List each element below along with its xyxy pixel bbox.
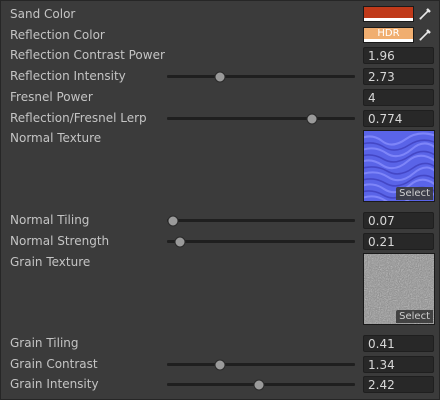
grain-texture-slot[interactable]: Select — [363, 253, 435, 325]
fresnel-power-field[interactable] — [363, 89, 434, 106]
grain-texture-select-button[interactable]: Select — [396, 310, 433, 323]
hdr-badge: HDR — [377, 28, 400, 39]
normal-strength-label: Normal Strength — [10, 234, 110, 248]
reflection-color-alpha-bar — [364, 39, 413, 42]
sand-color-fill — [364, 7, 413, 18]
normal-tiling-field[interactable] — [363, 212, 434, 229]
normal-tiling-slider-thumb[interactable] — [167, 215, 179, 226]
reflection-fresnel-lerp-label: Reflection/Fresnel Lerp — [10, 111, 147, 125]
sand-color-swatch[interactable] — [363, 6, 414, 22]
sand-color-label: Sand Color — [10, 7, 76, 21]
grain-contrast-field[interactable] — [363, 356, 434, 373]
fresnel-power-label: Fresnel Power — [10, 90, 93, 104]
reflection-fresnel-lerp-field[interactable] — [363, 110, 434, 127]
reflection-color-swatch[interactable]: HDR — [363, 27, 414, 43]
reflection-contrast-power-label: Reflection Contrast Power — [10, 48, 165, 62]
reflection-fresnel-lerp-slider-thumb[interactable] — [306, 113, 318, 124]
grain-tiling-field[interactable] — [363, 335, 434, 352]
reflection-contrast-power-field[interactable] — [363, 47, 434, 64]
grain-intensity-label: Grain Intensity — [10, 377, 99, 391]
reflection-color-label: Reflection Color — [10, 28, 105, 42]
normal-tiling-slider[interactable] — [167, 215, 355, 226]
reflection-intensity-field[interactable] — [363, 68, 434, 85]
normal-strength-slider[interactable] — [167, 236, 355, 247]
eyedropper-icon[interactable] — [418, 28, 432, 42]
normal-texture-select-button[interactable]: Select — [396, 187, 433, 200]
normal-tiling-label: Normal Tiling — [10, 213, 90, 227]
grain-contrast-label: Grain Contrast — [10, 357, 98, 371]
normal-texture-slot[interactable]: Select — [363, 130, 435, 202]
grain-intensity-slider-thumb[interactable] — [253, 379, 265, 390]
reflection-intensity-slider[interactable] — [167, 71, 355, 82]
grain-intensity-field[interactable] — [363, 376, 434, 393]
normal-strength-slider-thumb[interactable] — [174, 236, 186, 247]
grain-contrast-slider[interactable] — [167, 359, 355, 370]
reflection-intensity-label: Reflection Intensity — [10, 69, 126, 83]
eyedropper-icon[interactable] — [418, 7, 432, 21]
grain-contrast-slider-thumb[interactable] — [214, 359, 226, 370]
grain-texture-label: Grain Texture — [10, 255, 91, 269]
normal-strength-field[interactable] — [363, 233, 434, 250]
material-inspector-panel: Sand Color Reflection Color HDR Reflecti… — [0, 0, 440, 400]
grain-intensity-slider[interactable] — [167, 379, 355, 390]
reflection-fresnel-lerp-slider[interactable] — [167, 113, 355, 124]
sand-color-alpha-bar — [364, 18, 413, 21]
grain-tiling-label: Grain Tiling — [10, 336, 79, 350]
reflection-intensity-slider-thumb[interactable] — [214, 71, 226, 82]
normal-texture-label: Normal Texture — [10, 131, 102, 145]
